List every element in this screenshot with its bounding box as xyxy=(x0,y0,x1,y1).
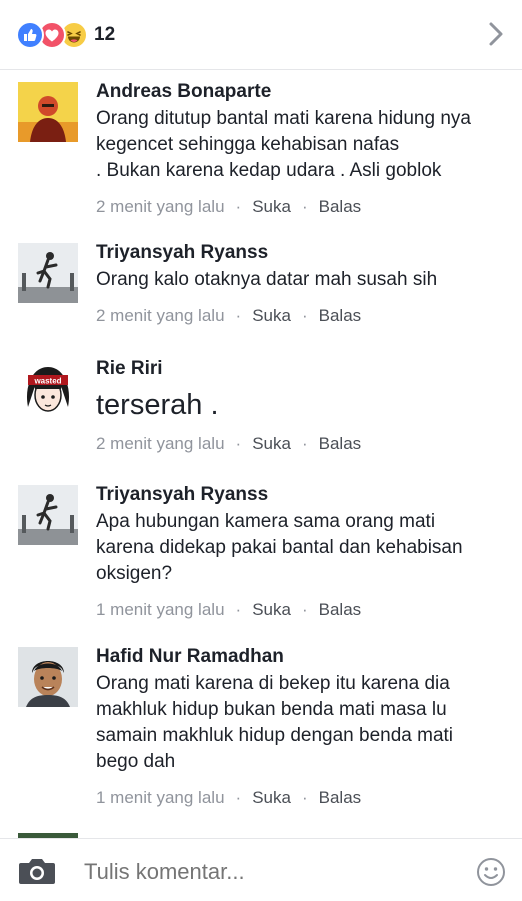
separator: · xyxy=(301,197,308,216)
camera-icon[interactable] xyxy=(18,856,56,891)
like-button[interactable]: Suka xyxy=(252,788,291,807)
comment-timestamp: 1 menit yang lalu xyxy=(96,788,225,807)
comment-composer xyxy=(0,838,522,901)
separator: · xyxy=(235,197,242,216)
separator: · xyxy=(235,434,242,453)
separator: · xyxy=(301,600,308,619)
comment-timestamp: 1 menit yang lalu xyxy=(96,600,225,619)
like-button[interactable]: Suka xyxy=(252,434,291,453)
comment-meta: 2 menit yang lalu · Suka · Balas xyxy=(96,305,506,327)
avatar[interactable]: wasted xyxy=(18,359,78,419)
comment-text-line: Orang ditutup bantal mati karena hidung … xyxy=(96,108,471,129)
comment-text-line: bego dah xyxy=(96,751,176,772)
comment-author[interactable]: Triyansyah Ryanss xyxy=(96,483,506,507)
comment-timestamp: 2 menit yang lalu xyxy=(96,306,225,325)
comment-timestamp: 2 menit yang lalu xyxy=(96,197,225,216)
comment-meta: 2 menit yang lalu · Suka · Balas xyxy=(96,196,506,218)
reaction-count: 12 xyxy=(94,24,116,45)
avatar[interactable] xyxy=(18,647,78,707)
comment-meta: 1 menit yang lalu · Suka · Balas xyxy=(96,787,506,809)
comment-text: Orang kalo otaknya datar mah susah sih xyxy=(96,267,506,293)
separator: · xyxy=(235,306,242,325)
comment-text-line: makhluk hidup bukan benda mati masa lu xyxy=(96,699,447,720)
comment-timestamp: 2 menit yang lalu xyxy=(96,434,225,453)
comment-text: Apa hubungan kamera sama orang mati kare… xyxy=(96,509,506,587)
reply-button[interactable]: Balas xyxy=(319,788,362,807)
comment-text-line: Orang kalo otaknya datar mah susah sih xyxy=(96,269,438,290)
avatar[interactable] xyxy=(18,485,78,545)
comment-author[interactable]: Hafid Nur Ramadhan xyxy=(96,645,506,669)
reply-button[interactable]: Balas xyxy=(319,600,362,619)
comment-author[interactable]: Andreas Bonaparte xyxy=(96,80,506,104)
comment-text: terserah . xyxy=(96,387,506,423)
reply-button[interactable]: Balas xyxy=(319,306,362,325)
separator: · xyxy=(301,306,308,325)
chevron-right-icon[interactable] xyxy=(486,20,506,48)
reply-button[interactable]: Balas xyxy=(319,434,362,453)
separator: · xyxy=(235,600,242,619)
comment-text-line: kegencet sehingga kehabisan nafas xyxy=(96,134,400,155)
reply-button[interactable]: Balas xyxy=(319,197,362,216)
avatar-badge-text: wasted xyxy=(33,377,61,386)
comment-text-line: oksigen? xyxy=(96,563,173,584)
like-button[interactable]: Suka xyxy=(252,197,291,216)
separator: · xyxy=(235,788,242,807)
avatar[interactable] xyxy=(18,243,78,303)
comment-text-line: samain makhluk hidup dengan benda mati xyxy=(96,725,454,746)
comment-author[interactable]: Rie Riri xyxy=(96,357,506,381)
reactions-summary[interactable]: 12 xyxy=(16,21,116,49)
separator: · xyxy=(301,788,308,807)
comment-text-line: Apa hubungan kamera sama orang mati xyxy=(96,511,436,532)
like-button[interactable]: Suka xyxy=(252,306,291,325)
comment-text-line: karena didekap pakai bantal dan kehabisa… xyxy=(96,537,463,558)
comment-author[interactable]: Triyansyah Ryanss xyxy=(96,241,506,265)
smiley-icon[interactable] xyxy=(476,857,506,892)
comment-meta: 2 menit yang lalu · Suka · Balas xyxy=(96,433,506,455)
like-button[interactable]: Suka xyxy=(252,600,291,619)
separator: · xyxy=(301,434,308,453)
comment-text-line: . Bukan karena kedap udara . Asli goblok xyxy=(96,160,442,181)
comment-text: Orang ditutup bantal mati karena hidung … xyxy=(96,106,506,184)
comment-input[interactable] xyxy=(84,859,444,885)
comment-text-line: Orang mati karena di bekep itu karena di… xyxy=(96,673,450,694)
reactions-bar: 12 xyxy=(0,0,522,70)
avatar[interactable] xyxy=(18,82,78,142)
comment-text: Orang mati karena di bekep itu karena di… xyxy=(96,671,506,775)
comment-meta: 1 menit yang lalu · Suka · Balas xyxy=(96,599,506,621)
comment-text-line: terserah . xyxy=(96,389,219,421)
like-icon xyxy=(16,21,44,49)
